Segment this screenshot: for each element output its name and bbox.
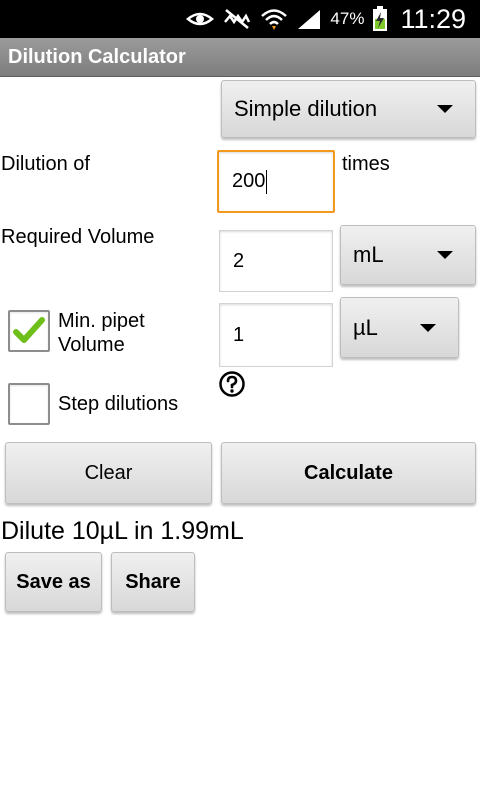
clear-button[interactable]: Clear — [5, 442, 212, 504]
calculate-button[interactable]: Calculate — [221, 442, 476, 504]
help-icon[interactable] — [218, 370, 246, 398]
required-volume-label: Required Volume — [1, 226, 155, 248]
mute-icon — [224, 9, 251, 29]
required-volume-unit-spinner[interactable]: mL — [340, 225, 476, 285]
app-title: Dilution Calculator — [8, 46, 186, 68]
min-pipet-unit: µL — [353, 314, 378, 340]
signal-icon — [298, 10, 321, 29]
min-pipet-label-line1: Min. pipet — [58, 310, 145, 332]
status-bar: 47% 11:29 — [0, 0, 480, 38]
wifi-icon — [261, 9, 288, 30]
min-pipet-checkbox[interactable] — [8, 310, 50, 352]
step-dilutions-checkbox[interactable] — [8, 383, 50, 425]
app-title-bar: Dilution Calculator — [0, 38, 480, 77]
step-dilutions-label: Step dilutions — [58, 393, 179, 415]
mode-spinner[interactable]: Simple dilution — [221, 80, 476, 138]
min-pipet-input[interactable]: 1 — [219, 303, 333, 367]
min-pipet-label-line2: Volume — [58, 334, 125, 356]
result-text: Dilute 10µL in 1.99mL — [1, 517, 244, 545]
text-caret — [266, 169, 268, 194]
required-volume-value: 2 — [233, 249, 245, 272]
min-pipet-unit-spinner[interactable]: µL — [340, 297, 459, 358]
dilution-label: Dilution of — [1, 153, 90, 175]
dropdown-arrow-icon — [420, 323, 436, 332]
dilution-input[interactable]: 200 — [217, 150, 335, 213]
dilution-suffix: times — [342, 153, 390, 175]
save-as-button[interactable]: Save as — [5, 552, 102, 612]
required-volume-input[interactable]: 2 — [219, 230, 333, 292]
clock: 11:29 — [400, 3, 466, 34]
required-volume-unit: mL — [353, 242, 384, 267]
eye-icon — [186, 12, 215, 26]
mode-spinner-value: Simple dilution — [234, 96, 378, 121]
checkmark-icon — [13, 317, 45, 343]
share-button[interactable]: Share — [111, 552, 195, 612]
dropdown-arrow-icon — [437, 251, 453, 259]
min-pipet-value: 1 — [233, 323, 245, 346]
battery-percent: 47% — [330, 9, 365, 28]
dilution-input-value: 200 — [232, 170, 266, 192]
dropdown-arrow-icon — [437, 105, 453, 113]
battery-charging-icon — [373, 6, 388, 31]
status-icons: 47% 11:29 — [186, 0, 466, 38]
